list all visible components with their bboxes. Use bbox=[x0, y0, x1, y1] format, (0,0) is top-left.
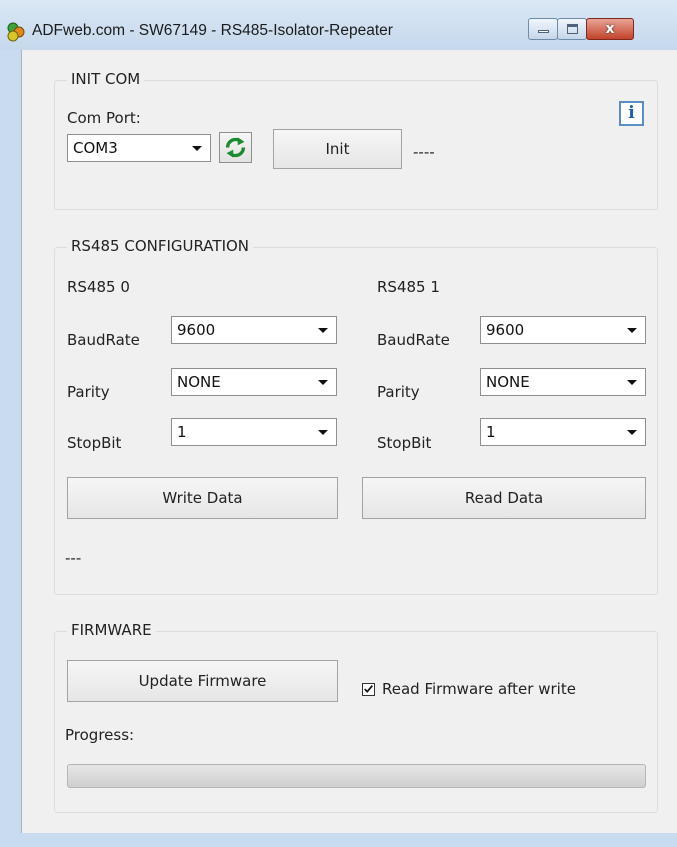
baudrate-1-label: BaudRate bbox=[377, 331, 450, 349]
baudrate-0-label: BaudRate bbox=[67, 331, 140, 349]
baudrate-1-value: 9600 bbox=[486, 321, 525, 339]
dropdown-arrow-icon bbox=[192, 146, 202, 151]
app-icon bbox=[7, 22, 25, 42]
dropdown-arrow-icon bbox=[627, 328, 637, 333]
write-data-button[interactable]: Write Data bbox=[67, 477, 338, 519]
minimize-icon bbox=[538, 30, 549, 33]
baudrate-0-select[interactable]: 9600 bbox=[171, 316, 337, 344]
stopbit-0-select[interactable]: 1 bbox=[171, 418, 337, 446]
stopbit-0-label: StopBit bbox=[67, 434, 122, 452]
baudrate-0-value: 9600 bbox=[177, 321, 216, 339]
com-port-label: Com Port: bbox=[67, 109, 141, 127]
refresh-button[interactable] bbox=[219, 132, 252, 163]
stopbit-1-label: StopBit bbox=[377, 434, 432, 452]
stopbit-1-select[interactable]: 1 bbox=[480, 418, 646, 446]
window-bottom-frame bbox=[0, 833, 677, 847]
client-area: INIT COM Com Port: COM3 Init ---- i RS48… bbox=[21, 50, 677, 833]
dropdown-arrow-icon bbox=[627, 380, 637, 385]
rs485-configuration-legend: RS485 CONFIGURATION bbox=[67, 237, 254, 255]
stopbit-1-value: 1 bbox=[486, 423, 496, 441]
rs485-1-title: RS485 1 bbox=[377, 278, 440, 296]
com-port-value: COM3 bbox=[73, 139, 118, 157]
init-status: ---- bbox=[413, 143, 435, 161]
rs485-0-title: RS485 0 bbox=[67, 278, 130, 296]
read-firmware-after-write-checkbox[interactable] bbox=[362, 683, 375, 696]
parity-1-select[interactable]: NONE bbox=[480, 368, 646, 396]
application-window: ADFweb.com - SW67149 - RS485-Isolator-Re… bbox=[0, 0, 677, 847]
parity-1-label: Parity bbox=[377, 383, 420, 401]
stopbit-0-value: 1 bbox=[177, 423, 187, 441]
title-bar[interactable]: ADFweb.com - SW67149 - RS485-Isolator-Re… bbox=[0, 0, 677, 50]
read-data-button[interactable]: Read Data bbox=[362, 477, 646, 519]
firmware-group: FIRMWARE Update Firmware Read Firmware a… bbox=[54, 621, 658, 813]
checkbox-check-icon bbox=[364, 685, 373, 693]
minimize-button[interactable] bbox=[528, 18, 558, 40]
init-com-group: INIT COM Com Port: COM3 Init ---- i bbox=[54, 70, 658, 210]
com-port-select[interactable]: COM3 bbox=[67, 134, 211, 162]
firmware-progress-bar bbox=[67, 764, 646, 788]
dropdown-arrow-icon bbox=[318, 380, 328, 385]
rs485-status: --- bbox=[65, 549, 82, 567]
baudrate-1-select[interactable]: 9600 bbox=[480, 316, 646, 344]
parity-0-select[interactable]: NONE bbox=[171, 368, 337, 396]
update-firmware-button[interactable]: Update Firmware bbox=[67, 660, 338, 702]
read-firmware-after-write-label[interactable]: Read Firmware after write bbox=[382, 680, 576, 698]
info-icon[interactable]: i bbox=[619, 101, 644, 126]
refresh-icon bbox=[225, 137, 246, 158]
dropdown-arrow-icon bbox=[627, 430, 637, 435]
dropdown-arrow-icon bbox=[318, 430, 328, 435]
parity-0-label: Parity bbox=[67, 383, 110, 401]
close-button[interactable]: x bbox=[586, 18, 634, 40]
dropdown-arrow-icon bbox=[318, 328, 328, 333]
maximize-icon bbox=[567, 24, 578, 34]
parity-1-value: NONE bbox=[486, 373, 530, 391]
init-com-legend: INIT COM bbox=[67, 70, 145, 88]
firmware-legend: FIRMWARE bbox=[67, 621, 156, 639]
close-icon: x bbox=[605, 21, 615, 37]
init-button[interactable]: Init bbox=[273, 129, 402, 169]
progress-label: Progress: bbox=[65, 726, 135, 744]
maximize-button[interactable] bbox=[557, 18, 587, 40]
parity-0-value: NONE bbox=[177, 373, 221, 391]
rs485-configuration-group: RS485 CONFIGURATION RS485 0 BaudRate 960… bbox=[54, 237, 658, 595]
window-title: ADFweb.com - SW67149 - RS485-Isolator-Re… bbox=[32, 22, 393, 39]
